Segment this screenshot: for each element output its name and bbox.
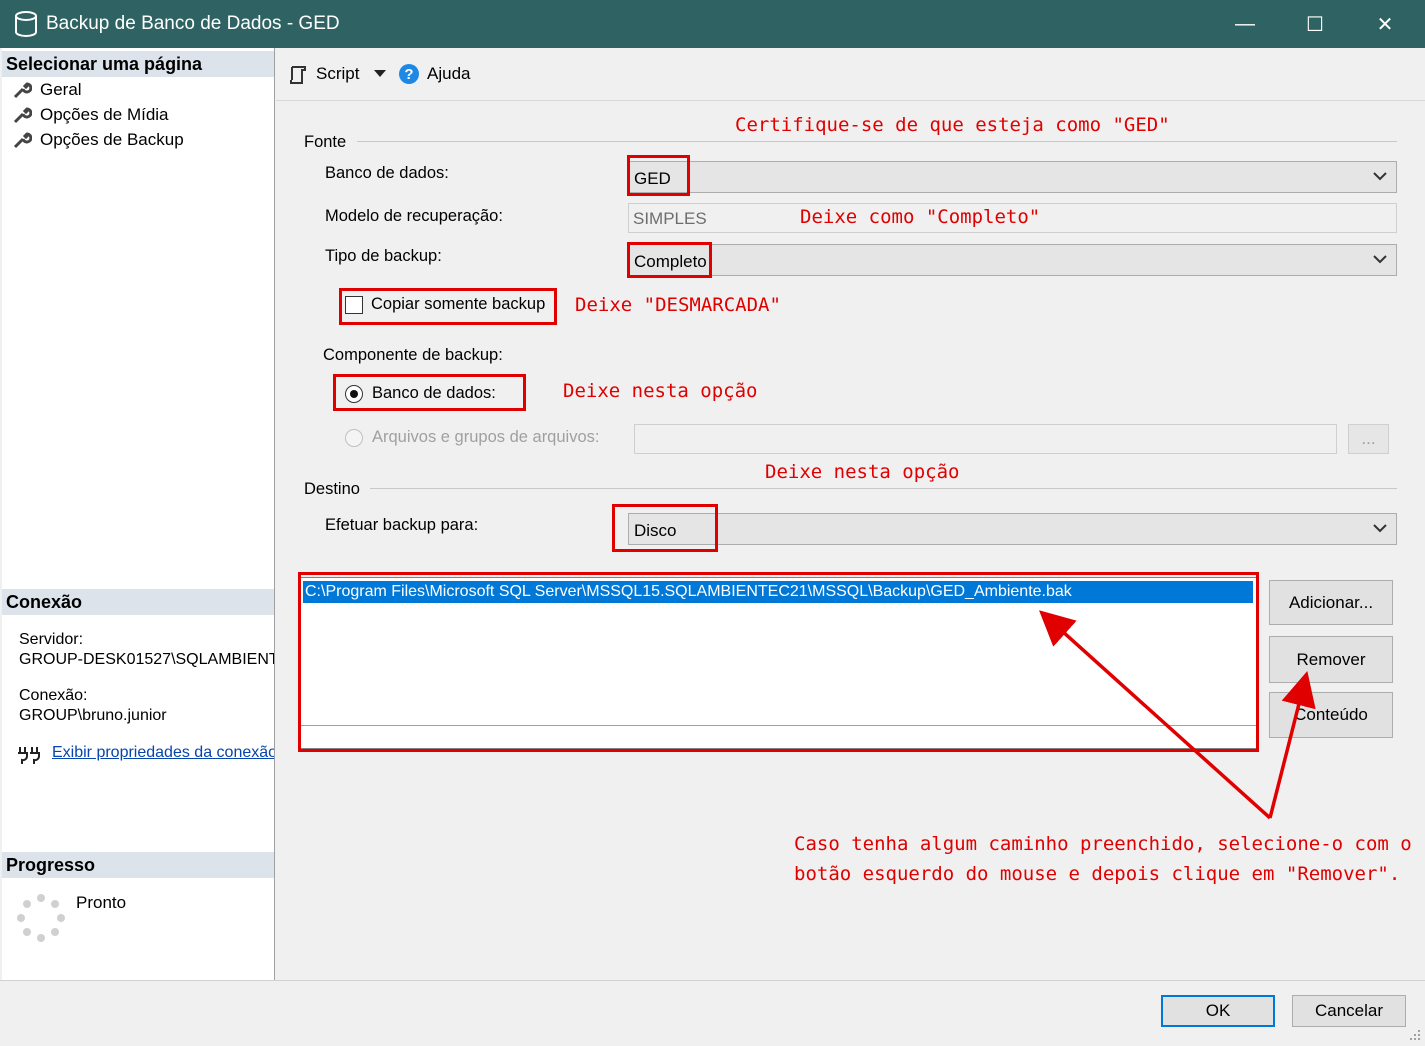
remove-button[interactable]: Remover (1269, 636, 1393, 683)
backup-type-label: Tipo de backup: (325, 247, 442, 265)
sidebar-item-opcoes-backup[interactable]: Opções de Backup (12, 128, 184, 152)
backup-component-label: Componente de backup: (323, 346, 503, 364)
destination-divider (370, 488, 1397, 489)
annotation-option-1: Deixe nesta opção (563, 380, 758, 402)
radio-circle[interactable] (345, 428, 363, 447)
left-panel: Selecionar uma página Geral Opções de Mí… (2, 48, 275, 980)
window-title: Backup de Banco de Dados - GED (46, 13, 340, 34)
chevron-down-icon (1373, 255, 1387, 264)
annotation-unchecked: Deixe "DESMARCADA" (575, 294, 781, 316)
server-value: GROUP-DESK01527\SQLAMBIENTEC21 (19, 651, 274, 668)
wrench-icon (13, 82, 32, 99)
database-select[interactable]: GED (628, 161, 1397, 193)
source-section-label: Fonte (304, 133, 347, 151)
progress-spinner-icon (17, 894, 65, 942)
highlight-database-box (627, 155, 690, 196)
destination-section-label: Destino (304, 480, 360, 498)
connection-label: Conexão: (19, 687, 88, 704)
annotation-ged: Certifique-se de que esteja como "GED" (735, 114, 1170, 136)
backup-type-select[interactable]: Completo (628, 244, 1397, 276)
progress-header: Progresso (2, 852, 274, 878)
radio-files-label: Arquivos e grupos de arquivos: (372, 428, 600, 446)
recovery-model-label: Modelo de recuperação: (325, 207, 503, 225)
minimize-button[interactable]: — (1210, 0, 1280, 48)
database-icon (15, 11, 37, 37)
sidebar-item-label: Geral (40, 80, 82, 99)
cancel-button[interactable]: Cancelar (1292, 995, 1406, 1027)
radio-files[interactable]: Arquivos e grupos de arquivos: (345, 428, 599, 447)
resize-grip-icon[interactable] (1408, 1028, 1422, 1042)
source-divider (357, 141, 1397, 142)
ok-button[interactable]: OK (1161, 995, 1275, 1027)
highlight-paths-box (298, 572, 1259, 752)
script-button[interactable]: Script (316, 64, 359, 84)
browse-files-button[interactable]: ... (1348, 424, 1389, 454)
chevron-down-icon[interactable] (374, 70, 386, 78)
recovery-model-value: SIMPLES (633, 209, 707, 228)
plug-icon (18, 747, 40, 764)
chevron-down-icon (1373, 172, 1387, 181)
highlight-backup-type-box (627, 242, 712, 278)
annotation-remove-line2: botão esquerdo do mouse e depois clique … (794, 863, 1401, 885)
highlight-disk-box (612, 504, 718, 552)
chevron-down-icon (1373, 524, 1387, 533)
help-button[interactable]: Ajuda (427, 64, 470, 84)
sidebar-item-opcoes-midia[interactable]: Opções de Mídia (12, 103, 169, 127)
view-connection-properties-link[interactable]: Exibir propriedades da conexão (52, 744, 274, 762)
progress-status: Pronto (76, 893, 127, 912)
add-button[interactable]: Adicionar... (1269, 580, 1393, 625)
backup-to-select[interactable]: Disco (628, 513, 1397, 545)
wrench-icon (13, 132, 32, 149)
server-label: Servidor: (19, 631, 84, 648)
sidebar-item-label: Opções de Backup (40, 130, 184, 149)
wrench-icon (13, 107, 32, 124)
connection-header: Conexão (2, 589, 274, 615)
select-page-header: Selecionar uma página (2, 51, 274, 77)
maximize-button[interactable]: ☐ (1280, 0, 1350, 48)
annotation-option-2: Deixe nesta opção (765, 461, 960, 483)
database-label: Banco de dados: (325, 164, 449, 182)
script-icon (290, 66, 306, 84)
backup-to-label: Efetuar backup para: (325, 516, 479, 534)
sidebar-item-label: Opções de Mídia (40, 105, 169, 124)
highlight-copy-only-box (339, 288, 557, 325)
annotation-remove-line1: Caso tenha algum caminho preenchido, sel… (794, 833, 1412, 855)
highlight-radio-box (333, 374, 526, 411)
svg-text:?: ? (404, 66, 413, 83)
close-button[interactable]: ✕ (1350, 0, 1420, 48)
contents-button[interactable]: Conteúdo (1269, 692, 1393, 738)
connection-value: GROUP\bruno.junior (19, 707, 167, 724)
annotation-complete: Deixe como "Completo" (800, 206, 1041, 228)
sidebar-item-geral[interactable]: Geral (12, 78, 82, 102)
help-icon: ? (399, 64, 419, 84)
toolbar: Script ? Ajuda (276, 48, 1425, 101)
title-bar: Backup de Banco de Dados - GED — ☐ ✕ (0, 0, 1425, 48)
files-field (634, 424, 1337, 454)
